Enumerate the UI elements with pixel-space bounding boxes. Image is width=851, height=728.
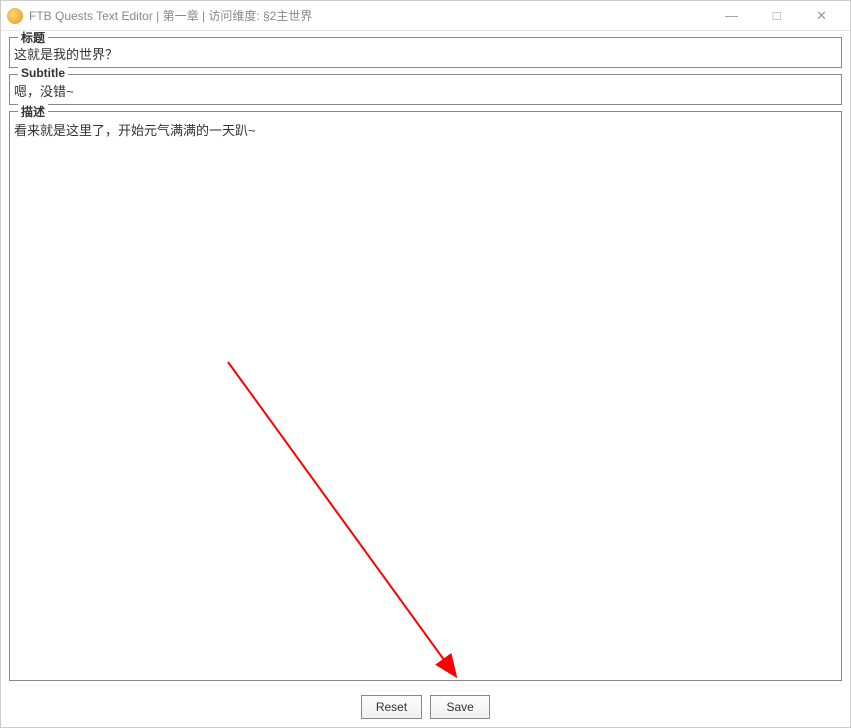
maximize-button[interactable]: □	[754, 2, 799, 30]
title-legend: 标题	[18, 31, 48, 46]
subtitle-input[interactable]	[14, 81, 837, 100]
save-button[interactable]: Save	[430, 695, 490, 719]
content-area: 标题 Subtitle 描述	[1, 31, 850, 689]
description-fieldset: 描述	[9, 111, 842, 681]
title-fieldset: 标题	[9, 37, 842, 68]
app-icon	[7, 8, 23, 24]
subtitle-legend: Subtitle	[18, 66, 68, 80]
window-title: FTB Quests Text Editor | 第一章 | 访问维度: §2主…	[29, 7, 709, 24]
button-bar: Reset Save	[1, 689, 850, 727]
titlebar[interactable]: FTB Quests Text Editor | 第一章 | 访问维度: §2主…	[1, 1, 850, 31]
title-input[interactable]	[14, 44, 837, 63]
window-controls: — □ ✕	[709, 2, 844, 30]
description-legend: 描述	[18, 103, 48, 120]
minimize-button[interactable]: —	[709, 2, 754, 30]
description-textarea[interactable]	[14, 118, 837, 676]
close-button[interactable]: ✕	[799, 2, 844, 30]
editor-window: FTB Quests Text Editor | 第一章 | 访问维度: §2主…	[0, 0, 851, 728]
subtitle-fieldset: Subtitle	[9, 74, 842, 105]
reset-button[interactable]: Reset	[361, 695, 422, 719]
